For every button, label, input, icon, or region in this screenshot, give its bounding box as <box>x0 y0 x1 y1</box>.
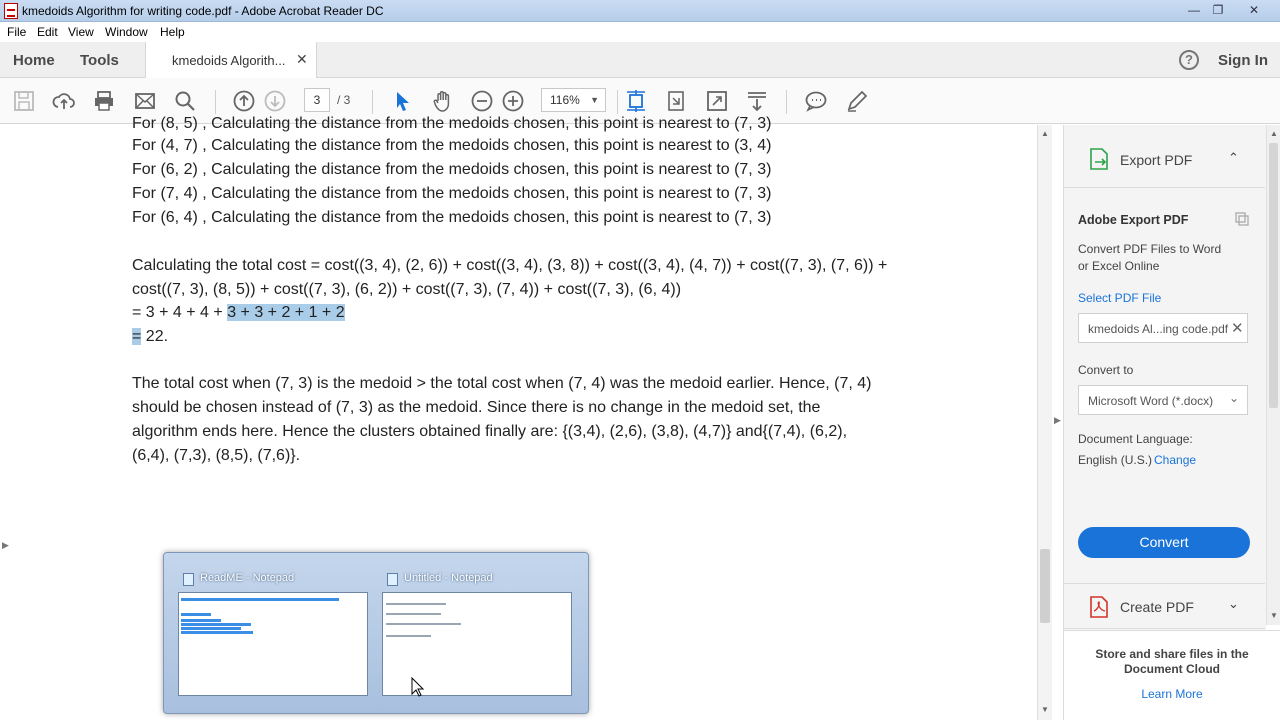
scrollbar-thumb[interactable] <box>1040 549 1050 623</box>
export-pdf-icon <box>1090 148 1108 170</box>
tab-document-label: kmedoids Algorith... <box>172 53 286 68</box>
chevron-up-icon[interactable]: ⌃ <box>1228 150 1239 166</box>
close-icon[interactable]: ✕ <box>1242 1 1266 19</box>
window-title: kmedoids Algorithm for writing code.pdf … <box>22 4 384 18</box>
selected-text-highlight[interactable]: 3 + 3 + 2 + 1 + 2 <box>227 304 345 321</box>
toolbar-overlay <box>0 78 1037 124</box>
preview-window-title: ReadME - Notepad <box>200 572 295 584</box>
create-pdf-title: Create PDF <box>1120 599 1194 615</box>
tab-home[interactable]: Home <box>13 52 55 69</box>
doc-line: (6,4), (7,3), (8,5), (7,6)}. <box>132 447 301 464</box>
tab-document[interactable]: kmedoids Algorith... ✕ <box>145 42 317 79</box>
selected-text-highlight[interactable]: = <box>132 328 142 345</box>
menu-edit[interactable]: Edit <box>37 25 58 39</box>
export-description: Convert PDF Files to Word <box>1078 242 1222 256</box>
right-pane-scrollbar[interactable]: ▲ ▼ <box>1266 125 1280 625</box>
notepad-icon <box>387 573 398 586</box>
doc-line: should be chosen instead of (7, 3) as th… <box>132 399 821 416</box>
menu-file[interactable]: File <box>7 25 26 39</box>
menu-window[interactable]: Window <box>105 25 148 39</box>
adobe-export-pdf-label: Adobe Export PDF <box>1078 213 1189 227</box>
convert-format-value: Microsoft Word (*.docx) <box>1088 394 1214 408</box>
learn-more-link[interactable]: Learn More <box>1064 687 1280 701</box>
export-pdf-header[interactable]: Export PDF ⌃ <box>1064 126 1265 188</box>
convert-button[interactable]: Convert <box>1078 527 1250 558</box>
sign-in-link[interactable]: Sign In <box>1218 52 1268 69</box>
taskbar-thumbnail-preview: ReadME - Notepad Untitled - Notepad <box>163 552 589 714</box>
scroll-down-icon[interactable]: ▼ <box>1041 705 1049 714</box>
mouse-cursor-icon <box>411 677 425 697</box>
convert-format-select[interactable]: Microsoft Word (*.docx) ⌄ <box>1078 385 1248 415</box>
menu-view[interactable]: View <box>68 25 94 39</box>
cloud-promo-text: Document Cloud <box>1124 662 1220 676</box>
doc-line: cost((7, 3), (8, 5)) + cost((7, 3), (6, … <box>132 281 682 298</box>
selected-file-name: kmedoids Al...ing code.pdf <box>1088 322 1229 336</box>
title-bar: kmedoids Algorithm for writing code.pdf … <box>0 0 1280 22</box>
selected-file-field[interactable]: kmedoids Al...ing code.pdf ✕ <box>1078 313 1248 343</box>
minimize-icon[interactable]: — <box>1182 1 1206 19</box>
restore-icon[interactable]: ❐ <box>1206 1 1230 19</box>
doc-line: For (6, 2) , Calculating the distance fr… <box>132 161 772 178</box>
doc-line: For (7, 4) , Calculating the distance fr… <box>132 185 772 202</box>
scroll-up-icon[interactable]: ▲ <box>1270 129 1278 138</box>
scrollbar-thumb[interactable] <box>1269 143 1278 408</box>
doc-result-line: = 22. <box>132 328 168 346</box>
chevron-down-icon: ⌄ <box>1229 391 1240 405</box>
cloud-promo-text: Store and share files in the <box>1095 647 1249 661</box>
readme-notepad-preview[interactable] <box>178 592 368 696</box>
document-scrollbar[interactable]: ▲ ▼ <box>1037 125 1052 720</box>
select-pdf-file-link[interactable]: Select PDF File <box>1078 291 1161 305</box>
chevron-down-icon[interactable]: ⌄ <box>1228 596 1239 612</box>
document-language-value: English (U.S.) <box>1078 453 1153 467</box>
menu-bar: File Edit View Window Help <box>0 22 1280 42</box>
document-cloud-promo: Store and share files in the Document Cl… <box>1064 630 1280 720</box>
sum-prefix: = 3 + 4 + 4 + <box>132 304 228 321</box>
document-language-label: Document Language: <box>1078 432 1193 446</box>
copy-icon[interactable] <box>1234 211 1250 227</box>
scroll-down-icon[interactable]: ▼ <box>1270 611 1278 620</box>
doc-line: algorithm ends here. Hence the clusters … <box>132 423 848 440</box>
notepad-icon <box>183 573 194 586</box>
preview-window-title: Untitled - Notepad <box>404 572 493 584</box>
doc-line: For (4, 7) , Calculating the distance fr… <box>132 137 772 154</box>
doc-line: Calculating the total cost = cost((3, 4)… <box>132 257 888 274</box>
help-icon[interactable]: ? <box>1179 50 1199 70</box>
close-tab-icon[interactable]: ✕ <box>296 51 308 68</box>
tab-tools[interactable]: Tools <box>80 52 119 69</box>
create-pdf-icon <box>1090 596 1108 618</box>
left-pane-toggle-icon[interactable]: ▶ <box>2 540 9 551</box>
export-description: or Excel Online <box>1078 259 1160 273</box>
export-pdf-title: Export PDF <box>1120 152 1193 168</box>
menu-help[interactable]: Help <box>160 25 185 39</box>
result-value: 22. <box>141 328 169 345</box>
create-pdf-header[interactable]: Create PDF ⌄ <box>1064 583 1265 629</box>
collapse-right-pane-icon[interactable]: ▶ <box>1054 415 1061 426</box>
tab-bar: Home Tools kmedoids Algorith... ✕ ? Sign… <box>0 42 1280 79</box>
change-language-link[interactable]: Change <box>1154 453 1196 467</box>
convert-to-label: Convert to <box>1078 363 1134 377</box>
scroll-up-icon[interactable]: ▲ <box>1041 129 1049 138</box>
doc-sum-line: = 3 + 4 + 4 + 3 + 3 + 2 + 1 + 2 <box>132 304 345 322</box>
clear-file-icon[interactable]: ✕ <box>1231 319 1244 337</box>
doc-line: For (6, 4) , Calculating the distance fr… <box>132 209 772 226</box>
doc-line: The total cost when (7, 3) is the medoid… <box>132 375 872 392</box>
acrobat-pdf-icon <box>4 3 18 19</box>
